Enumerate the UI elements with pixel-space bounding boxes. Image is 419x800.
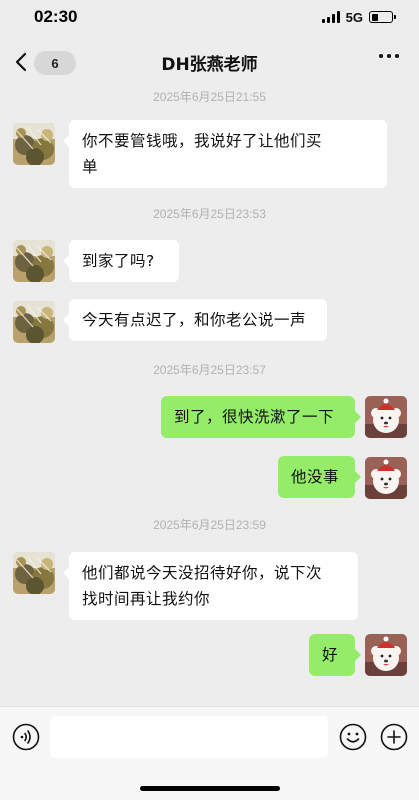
message-text-line: 今天有点迟了，和你老公说一声	[82, 311, 307, 329]
status-indicators: 5G	[321, 9, 396, 25]
incoming-message-bubble[interactable]: 他们都说今天没招待好你，说下次 找时间再让我约你	[63, 552, 358, 620]
emoji-icon[interactable]	[339, 723, 367, 751]
status-bar: 02:30 5G	[0, 0, 419, 34]
message-text-line: 到了，很快洗漱了一下	[174, 408, 335, 426]
message-timestamp: 2025年6月25日21:55	[153, 90, 266, 104]
message-timestamp: 2025年6月25日23:53	[153, 207, 266, 221]
message-text-line: 他没事	[291, 468, 340, 486]
contact-avatar[interactable]	[13, 301, 55, 343]
incoming-message-bubble[interactable]: 你不要管钱哦，我说好了让他们买单	[63, 120, 387, 188]
plus-circle-icon[interactable]	[380, 723, 408, 751]
incoming-message-bubble[interactable]: 到家了吗?	[63, 240, 179, 282]
more-dot	[387, 54, 391, 58]
my-avatar[interactable]	[365, 457, 407, 499]
message-timestamp: 2025年6月25日23:57	[153, 363, 266, 377]
message-text-line: 你不要管钱哦，我说好了让他们买	[82, 132, 323, 150]
more-horizontal-icon	[379, 54, 383, 58]
message-timestamp: 2025年6月25日23:59	[153, 518, 266, 532]
outgoing-message-bubble[interactable]: 好	[309, 634, 361, 676]
battery-level	[371, 13, 379, 21]
contact-avatar[interactable]	[13, 240, 55, 282]
signal-icon	[321, 11, 340, 23]
message-input[interactable]	[50, 716, 328, 758]
message-text-line: 找时间再让我约你	[82, 590, 211, 608]
chat-title: DH张燕老师	[161, 55, 258, 75]
home-indicator[interactable]	[140, 786, 280, 791]
chat-header: 6 DH张燕老师	[0, 40, 419, 84]
message-text-line: 他们都说今天没招待好你，说下次	[82, 564, 323, 582]
my-avatar[interactable]	[365, 634, 407, 676]
message-text-line: 到家了吗?	[82, 252, 155, 270]
battery-icon	[369, 11, 396, 23]
network-type: 5G	[345, 9, 363, 25]
message-text-line: 好	[322, 646, 339, 664]
outgoing-message-bubble[interactable]: 到了，很快洗漱了一下	[161, 396, 361, 438]
incoming-message-bubble[interactable]: 今天有点迟了，和你老公说一声	[63, 299, 327, 341]
more-dot	[395, 54, 399, 58]
message-text-line: 单	[82, 158, 99, 176]
contact-avatar[interactable]	[13, 552, 55, 594]
more-button[interactable]	[379, 54, 399, 58]
outgoing-message-bubble[interactable]: 他没事	[278, 456, 361, 498]
my-avatar[interactable]	[365, 396, 407, 438]
contact-avatar[interactable]	[13, 123, 55, 165]
status-time: 02:30	[34, 7, 78, 26]
voice-icon[interactable]	[12, 723, 40, 751]
